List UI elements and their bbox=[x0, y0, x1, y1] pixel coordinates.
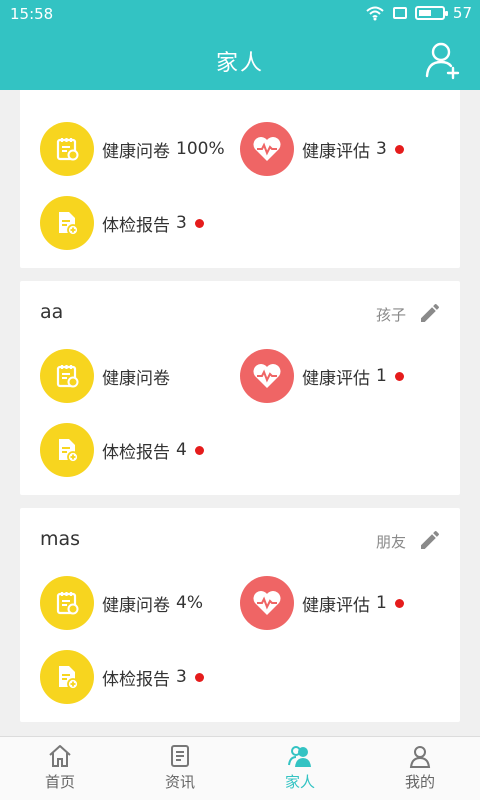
heart-rate-icon bbox=[240, 576, 294, 630]
assessment-count: 1 bbox=[376, 366, 387, 386]
report-icon bbox=[40, 196, 94, 250]
tab-label: 首页 bbox=[44, 773, 75, 791]
app-header: 家人 bbox=[0, 28, 480, 90]
edit-icon[interactable] bbox=[418, 528, 442, 552]
add-user-icon[interactable] bbox=[424, 40, 464, 80]
unread-dot bbox=[194, 445, 204, 455]
report-count: 4 bbox=[176, 440, 187, 460]
report-icon bbox=[40, 650, 94, 704]
report-count: 3 bbox=[176, 667, 187, 687]
report-item[interactable]: 体检报告 3 bbox=[40, 650, 204, 704]
questionnaire-icon bbox=[40, 122, 94, 176]
questionnaire-progress: 100% bbox=[176, 139, 225, 159]
status-time: 15:58 bbox=[10, 5, 54, 23]
heart-rate-icon bbox=[240, 122, 294, 176]
assessment-item[interactable]: 健康评估 1 bbox=[240, 349, 404, 403]
member-name: mas bbox=[40, 528, 81, 550]
battery-level: 57 bbox=[452, 4, 472, 22]
assessment-item[interactable]: 健康评估 3 bbox=[240, 122, 404, 176]
report-count: 3 bbox=[176, 213, 187, 233]
tab-label: 资讯 bbox=[164, 773, 195, 791]
tab-family[interactable]: 家人 bbox=[240, 737, 360, 800]
report-item[interactable]: 体检报告 3 bbox=[40, 196, 204, 250]
sim-icon bbox=[392, 7, 407, 19]
tab-profile[interactable]: 我的 bbox=[360, 737, 480, 800]
page-title: 家人 bbox=[215, 51, 264, 76]
news-icon bbox=[171, 745, 189, 767]
tab-label: 家人 bbox=[284, 773, 315, 791]
family-list[interactable]: mei 自己 健康问卷 100% 健康评估 3 体检报告 3 bbox=[0, 90, 480, 736]
family-icon bbox=[288, 746, 311, 767]
member-card[interactable]: aa 孩子 健康问卷 健康评估 1 体检报告 4 bbox=[20, 281, 460, 495]
unread-dot bbox=[194, 218, 204, 228]
edit-icon[interactable] bbox=[418, 301, 442, 325]
battery-icon bbox=[414, 6, 448, 20]
wifi-icon bbox=[366, 6, 384, 21]
questionnaire-icon bbox=[40, 576, 94, 630]
unread-dot bbox=[394, 598, 404, 608]
report-item[interactable]: 体检报告 4 bbox=[40, 423, 204, 477]
unread-dot bbox=[394, 144, 404, 154]
heart-rate-icon bbox=[240, 349, 294, 403]
tab-home[interactable]: 首页 bbox=[0, 737, 120, 800]
questionnaire-icon bbox=[40, 349, 94, 403]
member-name: aa bbox=[40, 301, 64, 323]
questionnaire-item[interactable]: 健康问卷 100% bbox=[40, 122, 225, 176]
bottom-tab-bar: 首页 资讯 家人 我的 bbox=[0, 736, 480, 800]
assessment-count: 1 bbox=[376, 593, 387, 613]
member-relation: 朋友 bbox=[375, 533, 406, 551]
status-bar: 15:58 57 bbox=[0, 0, 480, 28]
tab-news[interactable]: 资讯 bbox=[120, 737, 240, 800]
member-card[interactable]: mas 朋友 健康问卷 4% 健康评估 1 体检报告 3 bbox=[20, 508, 460, 722]
questionnaire-item[interactable]: 健康问卷 bbox=[40, 349, 170, 403]
tab-label: 我的 bbox=[404, 773, 435, 791]
questionnaire-item[interactable]: 健康问卷 4% bbox=[40, 576, 203, 630]
questionnaire-progress: 4% bbox=[176, 593, 203, 613]
report-icon bbox=[40, 423, 94, 477]
assessment-item[interactable]: 健康评估 1 bbox=[240, 576, 404, 630]
unread-dot bbox=[394, 371, 404, 381]
assessment-count: 3 bbox=[376, 139, 387, 159]
home-icon bbox=[49, 745, 71, 767]
member-card[interactable]: mei 自己 健康问卷 100% 健康评估 3 体检报告 3 bbox=[20, 90, 460, 268]
profile-icon bbox=[409, 746, 431, 768]
member-relation: 孩子 bbox=[375, 306, 406, 324]
unread-dot bbox=[194, 672, 204, 682]
